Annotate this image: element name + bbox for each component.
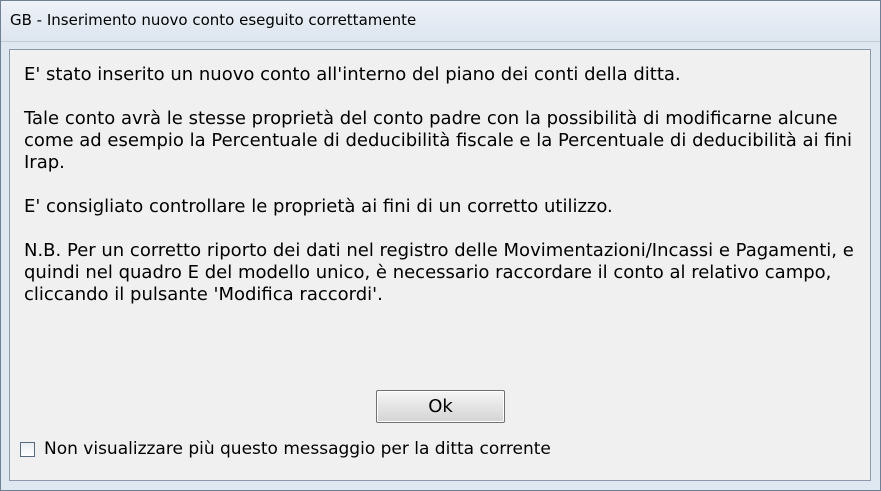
ok-button[interactable]: Ok xyxy=(376,390,505,423)
title-bar[interactable]: GB - Inserimento nuovo conto eseguito co… xyxy=(1,1,880,42)
message-paragraph: N.B. Per un corretto riporto dei dati ne… xyxy=(24,240,854,305)
dialog-window: GB - Inserimento nuovo conto eseguito co… xyxy=(0,0,881,491)
message-body: E' stato inserito un nuovo conto all'int… xyxy=(24,64,864,328)
dont-show-again-label[interactable]: Non visualizzare più questo messaggio pe… xyxy=(44,439,551,459)
dont-show-again-checkbox[interactable] xyxy=(20,441,35,457)
message-paragraph: Tale conto avrà le stesse proprietà del … xyxy=(24,108,853,173)
dont-show-again-option[interactable]: Non visualizzare più questo messaggio pe… xyxy=(20,434,551,464)
message-paragraph: E' stato inserito un nuovo conto all'int… xyxy=(24,64,681,85)
dialog-content: E' stato inserito un nuovo conto all'int… xyxy=(9,49,871,481)
message-paragraph: E' consigliato controllare le proprietà … xyxy=(24,196,613,217)
window-title: GB - Inserimento nuovo conto eseguito co… xyxy=(10,11,417,29)
